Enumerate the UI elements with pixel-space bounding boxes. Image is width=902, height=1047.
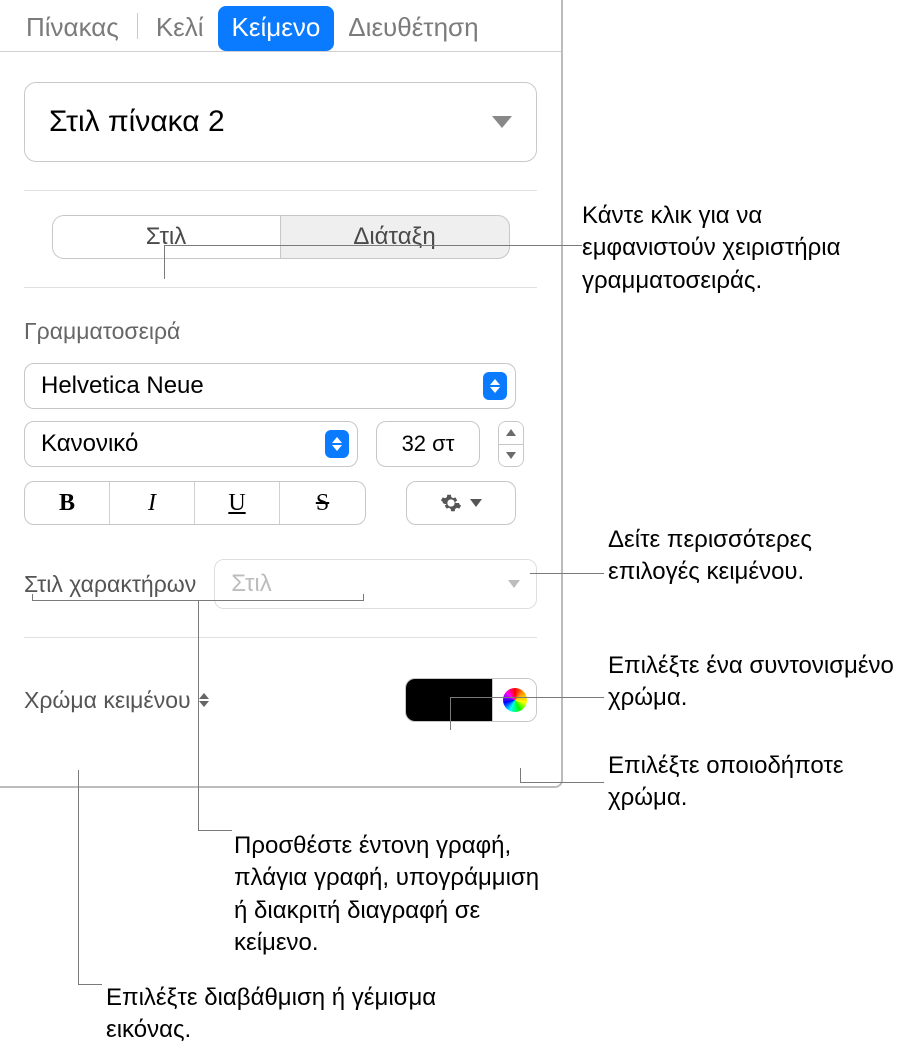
gear-icon <box>440 492 462 514</box>
chevron-up-icon <box>506 429 516 436</box>
tab-arrange[interactable]: Διευθέτηση <box>334 6 492 51</box>
font-family-popup[interactable]: Helvetica Neue <box>24 363 516 409</box>
font-size-step-up[interactable] <box>499 422 523 445</box>
callout-line <box>450 697 451 730</box>
callout-line <box>520 768 521 782</box>
font-weight-value: Κανονικό <box>41 430 138 458</box>
font-weight-popup[interactable]: Κανονικό <box>24 421 358 467</box>
font-family-value: Helvetica Neue <box>41 372 204 400</box>
tab-cell[interactable]: Κελί <box>142 6 218 51</box>
font-section-label: Γραμματοσειρά <box>24 318 537 345</box>
chevron-down-icon <box>470 499 482 507</box>
tab-divider <box>137 13 138 39</box>
callout-gradient-fill: Επιλέξτε διαβάθμιση ή γέμισμα εικόνας. <box>106 982 446 1047</box>
callout-line <box>198 612 199 830</box>
divider <box>24 637 537 638</box>
segment-layout[interactable]: Διάταξη <box>281 216 509 258</box>
divider <box>24 190 537 191</box>
popup-arrows-icon <box>325 430 349 458</box>
callout-line <box>530 573 604 574</box>
bold-button[interactable]: B <box>25 482 110 524</box>
callout-font-controls: Κάντε κλικ για να εμφανιστούν χειριστήρι… <box>582 200 882 297</box>
callout-line <box>164 245 165 279</box>
divider <box>24 287 537 288</box>
updown-arrows-icon <box>199 693 209 707</box>
font-size-stepper <box>498 421 524 467</box>
callout-line <box>450 697 604 698</box>
italic-button[interactable]: I <box>110 482 195 524</box>
text-color-popup[interactable]: Χρώμα κειμένου <box>24 687 209 714</box>
text-color-label: Χρώμα κειμένου <box>24 687 191 714</box>
paragraph-style-label: Στιλ πίνακα 2 <box>49 105 225 139</box>
callout-line <box>198 830 232 831</box>
segment-style[interactable]: Στιλ <box>53 216 281 258</box>
advanced-text-options-button[interactable] <box>406 481 516 525</box>
tab-text[interactable]: Κείμενο <box>218 6 335 51</box>
color-wheel-button[interactable] <box>492 679 536 721</box>
underline-button[interactable]: U <box>195 482 280 524</box>
text-style-group: B I U S <box>24 481 366 525</box>
font-size-step-down[interactable] <box>499 445 523 467</box>
callout-line <box>164 245 582 246</box>
tab-table[interactable]: Πίνακας <box>12 6 133 51</box>
chevron-down-icon <box>506 452 516 459</box>
callout-line <box>78 770 79 984</box>
text-color-controls <box>405 678 537 722</box>
text-color-swatch[interactable] <box>406 679 492 721</box>
chevron-down-icon <box>492 116 512 128</box>
popup-arrows-icon <box>483 372 507 400</box>
style-layout-segmented: Στιλ Διάταξη <box>52 215 510 259</box>
callout-line <box>78 984 102 985</box>
panel-tabstrip: Πίνακας Κελί Κείμενο Διευθέτηση <box>0 0 561 52</box>
color-wheel-icon <box>503 688 527 712</box>
chevron-down-icon <box>508 580 520 588</box>
paragraph-style-popup[interactable]: Στιλ πίνακα 2 <box>24 82 537 162</box>
callout-any-color: Επιλέξτε οποιοδήποτε χρώμα. <box>608 750 898 815</box>
character-style-label: Στιλ χαρακτήρων <box>24 571 196 598</box>
callout-bius: Προσθέστε έντονη γραφή, πλάγια γραφή, υπ… <box>234 830 554 960</box>
callout-line <box>520 782 604 783</box>
strikethrough-button[interactable]: S <box>280 482 365 524</box>
callout-coordinated-color: Επιλέξτε ένα συντονισμένο χρώμα. <box>608 650 898 715</box>
font-size-field[interactable]: 32 στ <box>376 421 480 467</box>
format-panel: Πίνακας Κελί Κείμενο Διευθέτηση Στιλ πίν… <box>0 0 563 788</box>
callout-more-options: Δείτε περισσότερες επιλογές κειμένου. <box>608 524 898 589</box>
character-style-value: Στιλ <box>231 570 272 598</box>
